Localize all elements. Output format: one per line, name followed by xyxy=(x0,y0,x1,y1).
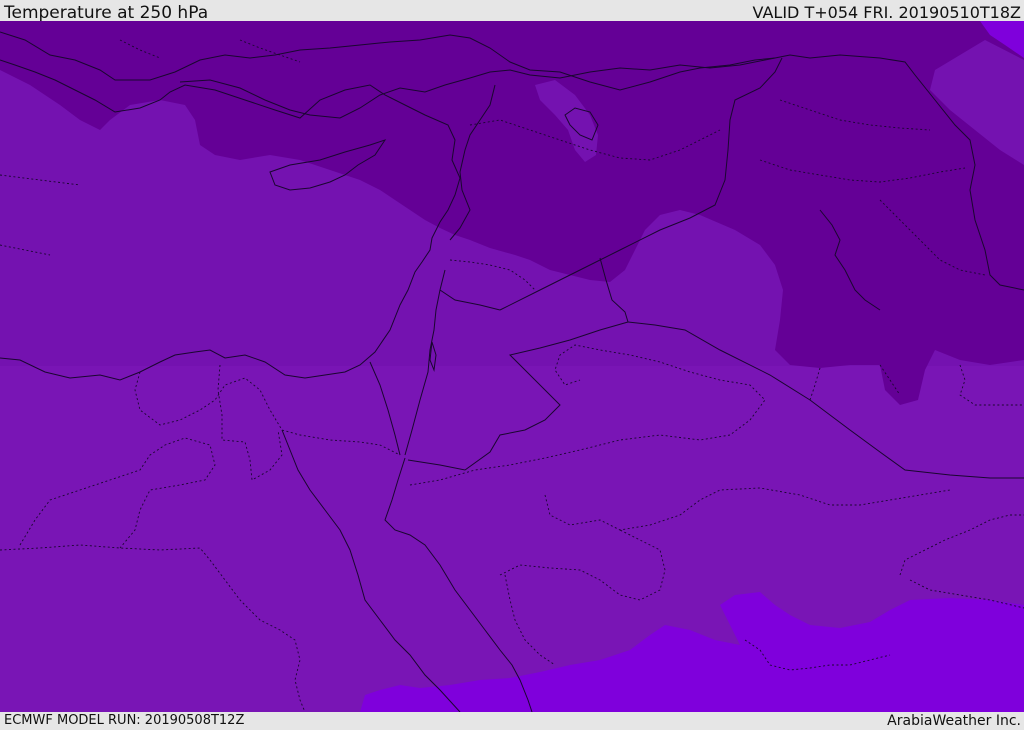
valid-time: VALID T+054 FRI. 20190510T18Z xyxy=(752,3,1021,22)
map-canvas xyxy=(0,21,1024,712)
header-bar: Temperature at 250 hPa VALID T+054 FRI. … xyxy=(0,0,1024,23)
model-run-label: ECMWF MODEL RUN: 20190508T12Z xyxy=(4,713,245,728)
temperature-map[interactable] xyxy=(0,21,1024,712)
weather-map-page: Temperature at 250 hPa VALID T+054 FRI. … xyxy=(0,0,1024,729)
footer-bar: ECMWF MODEL RUN: 20190508T12Z ArabiaWeat… xyxy=(0,712,1024,729)
map-title: Temperature at 250 hPa xyxy=(4,3,209,23)
credit-label: ArabiaWeather Inc. xyxy=(887,713,1021,729)
